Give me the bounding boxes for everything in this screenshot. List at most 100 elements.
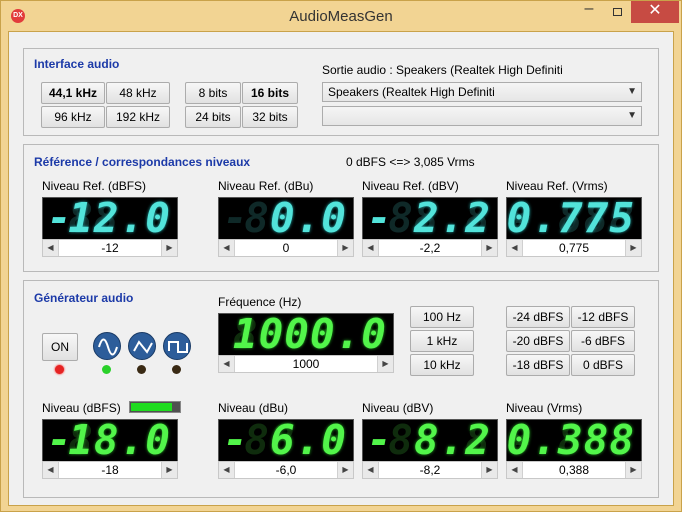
chevron-down-icon: ▼: [627, 86, 637, 97]
frequency-spinner[interactable]: ◀ 1000 ▶: [218, 355, 394, 373]
gen-meter-decrement-button-1[interactable]: ◀: [219, 462, 235, 478]
ref-meter-label-1: Niveau Ref. (dBu): [218, 179, 314, 193]
gen-meter-increment-button-3[interactable]: ▶: [625, 462, 641, 478]
gen-meter-display-2: -88.8 8.2: [362, 419, 498, 462]
freq-1khz-button[interactable]: 1 kHz: [410, 330, 474, 352]
gen-meter-digits-2: 8.2: [413, 419, 491, 462]
ref-meter-decrement-button-1[interactable]: ◀: [219, 240, 235, 256]
reference-group: Référence / correspondances niveaux 0 dB…: [23, 144, 659, 272]
chevron-down-icon: ▼: [627, 110, 637, 121]
ref-meter-display-3: -8.888 0.775: [506, 197, 642, 240]
minimize-button[interactable]: –: [575, 1, 603, 23]
gen-meter-spinner-3[interactable]: ◀ 0,388 ▶: [506, 461, 642, 479]
sine-wave-button[interactable]: [93, 332, 121, 360]
ref-meter-label-0: Niveau Ref. (dBFS): [42, 179, 147, 193]
rate-96-button[interactable]: 96 kHz: [41, 106, 105, 128]
reference-title: Référence / correspondances niveaux: [34, 155, 251, 169]
gen-meter-digits-0: 18.0: [68, 419, 171, 462]
rate-192-button[interactable]: 192 kHz: [106, 106, 170, 128]
freq-10khz-button[interactable]: 10 kHz: [410, 354, 474, 376]
square-led: [172, 365, 181, 374]
ref-meter-label-2: Niveau Ref. (dBV): [362, 179, 459, 193]
on-button[interactable]: ON: [42, 333, 78, 361]
gen-meter-increment-button-2[interactable]: ▶: [481, 462, 497, 478]
output-device-value: Speakers (Realtek High Definiti: [328, 85, 495, 99]
frequency-label: Fréquence (Hz): [218, 295, 302, 309]
gen-meter-display-3: -8.888 0.388: [506, 419, 642, 462]
ref-meter-display-2: -88.8 2.2: [362, 197, 498, 240]
gen-meter-spinner-0[interactable]: ◀ -18 ▶: [42, 461, 178, 479]
freq-100hz-button[interactable]: 100 Hz: [410, 306, 474, 328]
frequency-increment-button[interactable]: ▶: [377, 356, 393, 372]
square-wave-button[interactable]: [163, 332, 191, 360]
ref-meter-value-3[interactable]: 0,775: [523, 240, 625, 256]
gen-meter-value-1[interactable]: -6,0: [235, 462, 337, 478]
ref-meter-spinner-3[interactable]: ◀ 0,775 ▶: [506, 239, 642, 257]
gen-meter-value-0[interactable]: -18: [59, 462, 161, 478]
gen-meter-decrement-button-3[interactable]: ◀: [507, 462, 523, 478]
ref-meter-digits-3: 0.775: [506, 197, 635, 240]
output-device-select-2[interactable]: ▼: [322, 106, 642, 126]
rate-48-button[interactable]: 48 kHz: [106, 82, 170, 104]
gen-meter-increment-button-0[interactable]: ▶: [161, 462, 177, 478]
ref-meter-decrement-button-3[interactable]: ◀: [507, 240, 523, 256]
interface-audio-title: Interface audio: [34, 57, 120, 71]
triangle-led: [137, 365, 146, 374]
level-minus6-button[interactable]: -6 dBFS: [571, 330, 635, 352]
gen-meter-value-3[interactable]: 0,388: [523, 462, 625, 478]
level-minus24-button[interactable]: -24 dBFS: [506, 306, 570, 328]
ref-meter-decrement-button-0[interactable]: ◀: [43, 240, 59, 256]
interface-audio-group: Interface audio 44,1 kHz 48 kHz 96 kHz 1…: [23, 48, 659, 136]
ref-meter-spinner-0[interactable]: ◀ -12 ▶: [42, 239, 178, 257]
bits-8-button[interactable]: 8 bits: [185, 82, 241, 104]
level-minus18-button[interactable]: -18 dBFS: [506, 354, 570, 376]
gen-meter-value-2[interactable]: -8,2: [379, 462, 481, 478]
gen-meter-decrement-button-2[interactable]: ◀: [363, 462, 379, 478]
ref-meter-increment-button-0[interactable]: ▶: [161, 240, 177, 256]
output-device-select[interactable]: Speakers (Realtek High Definiti ▼: [322, 82, 642, 102]
gen-meter-digits-3: 0.388: [506, 419, 635, 462]
rate-44-button[interactable]: 44,1 kHz: [41, 82, 105, 104]
ref-meter-digits-2: 2.2: [413, 197, 491, 240]
gen-meter-spinner-1[interactable]: ◀ -6,0 ▶: [218, 461, 354, 479]
gen-meter-label-0: Niveau (dBFS): [42, 401, 121, 415]
gen-meter-decrement-button-0[interactable]: ◀: [43, 462, 59, 478]
ref-meter-value-2[interactable]: -2,2: [379, 240, 481, 256]
gen-meter-increment-button-1[interactable]: ▶: [337, 462, 353, 478]
ref-meter-digits-0: 12.0: [68, 197, 171, 240]
ref-meter-increment-button-2[interactable]: ▶: [481, 240, 497, 256]
ref-meter-value-0[interactable]: -12: [59, 240, 161, 256]
power-led: [55, 365, 64, 374]
level-minus20-button[interactable]: -20 dBFS: [506, 330, 570, 352]
reference-summary: 0 dBFS <=> 3,085 Vrms: [346, 155, 475, 169]
maximize-button[interactable]: [603, 1, 631, 23]
ref-meter-spinner-2[interactable]: ◀ -2,2 ▶: [362, 239, 498, 257]
bits-24-button[interactable]: 24 bits: [185, 106, 241, 128]
client-area: Interface audio 44,1 kHz 48 kHz 96 kHz 1…: [8, 31, 674, 506]
bits-32-button[interactable]: 32 bits: [242, 106, 298, 128]
frequency-decrement-button[interactable]: ◀: [219, 356, 235, 372]
ref-meter-display-0: -88.8 12.0: [42, 197, 178, 240]
gen-meter-display-0: -88.8 18.0: [42, 419, 178, 462]
ref-meter-increment-button-1[interactable]: ▶: [337, 240, 353, 256]
generator-group: Générateur audio ON Fréquence (Hz) 8888.…: [23, 280, 659, 498]
ref-meter-increment-button-3[interactable]: ▶: [625, 240, 641, 256]
level-minus12-button[interactable]: -12 dBFS: [571, 306, 635, 328]
title-bar[interactable]: DX AudioMeasGen – ✕: [1, 1, 681, 31]
ref-meter-value-1[interactable]: 0: [235, 240, 337, 256]
generator-title: Générateur audio: [34, 291, 134, 305]
gen-meter-display-1: -88.8 6.0: [218, 419, 354, 462]
app-window: DX AudioMeasGen – ✕ Interface audio 44,1…: [0, 0, 682, 512]
level-0-button[interactable]: 0 dBFS: [571, 354, 635, 376]
triangle-wave-button[interactable]: [128, 332, 156, 360]
gen-meter-spinner-2[interactable]: ◀ -8,2 ▶: [362, 461, 498, 479]
gen-meter-digits-1: 6.0: [269, 419, 347, 462]
ref-meter-decrement-button-2[interactable]: ◀: [363, 240, 379, 256]
output-level-fill: [131, 403, 172, 411]
ref-meter-spinner-1[interactable]: ◀ 0 ▶: [218, 239, 354, 257]
frequency-display: 8888.8 1000.0: [218, 313, 394, 356]
frequency-value[interactable]: 1000: [235, 356, 377, 372]
gen-meter-label-3: Niveau (Vrms): [506, 401, 583, 415]
close-button[interactable]: ✕: [631, 1, 679, 23]
bits-16-button[interactable]: 16 bits: [242, 82, 298, 104]
